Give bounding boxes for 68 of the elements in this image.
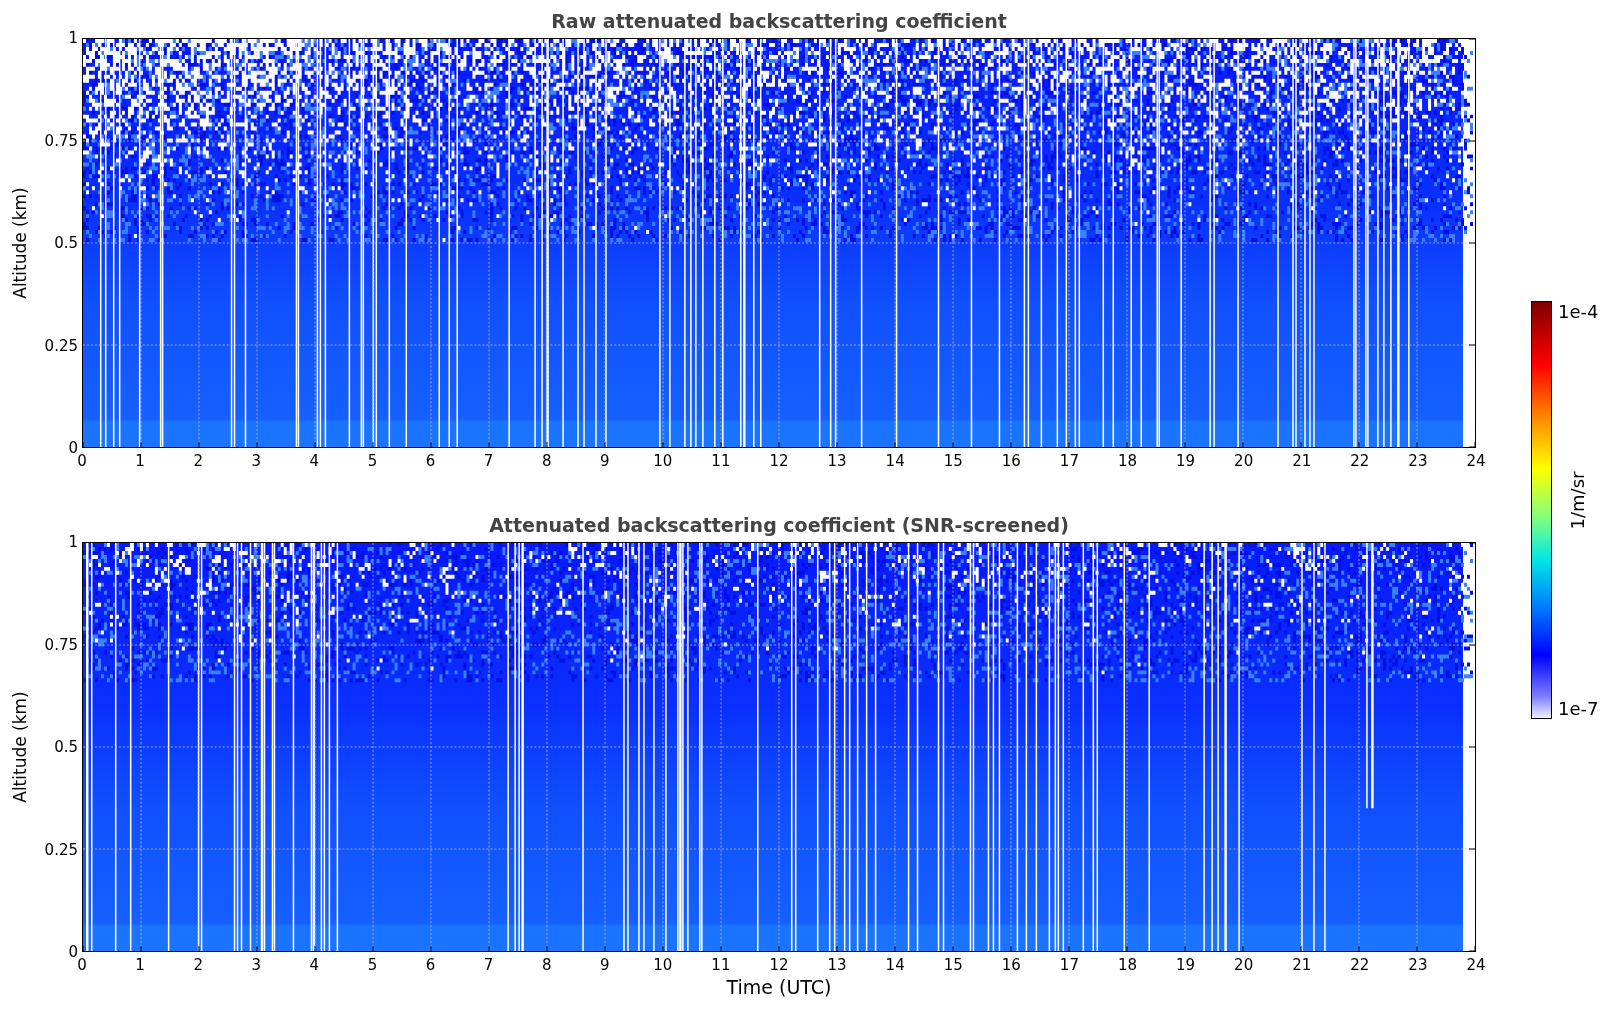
y-tick-label: 0 — [68, 439, 78, 457]
x-axis-label: Time (UTC) — [726, 976, 832, 998]
x-tick-label: 10 — [653, 956, 673, 974]
x-tick-label: 4 — [309, 956, 320, 974]
x-tick-label: 8 — [541, 956, 552, 974]
x-tick-label: 5 — [367, 956, 378, 974]
x-tick-label: 2 — [193, 452, 203, 470]
x-tick-label: 19 — [1176, 452, 1196, 470]
x-tick-label: 14 — [885, 956, 905, 974]
y-axis-label: Altitude (km) — [10, 691, 30, 803]
x-tick-label: 0 — [77, 956, 87, 974]
y-tick-label: 0.25 — [44, 840, 78, 859]
x-tick-label: 15 — [943, 452, 963, 470]
y-tick-label: 1 — [68, 533, 78, 551]
colorbar-tick-label: 1e-4 — [1558, 301, 1599, 322]
x-tick-label: 21 — [1292, 452, 1312, 470]
y-tick-label: 0.75 — [44, 131, 78, 150]
x-tick-label: 1 — [135, 956, 145, 974]
x-tick-label: 11 — [711, 956, 731, 974]
colorbar-label: 1/m/sr — [1567, 471, 1589, 530]
x-tick-label: 12 — [769, 956, 789, 974]
x-tick-label: 23 — [1408, 452, 1428, 470]
y-tick-label: 0.5 — [54, 234, 78, 252]
plot-title: Raw attenuated backscattering coefficient — [551, 10, 1007, 34]
x-tick-label: 20 — [1234, 452, 1254, 470]
x-tick-label: 9 — [600, 452, 610, 470]
x-tick-label: 1 — [135, 452, 145, 470]
y-tick-label: 0 — [68, 943, 78, 961]
x-tick-label: 23 — [1408, 956, 1428, 974]
y-tick-label: 0.75 — [44, 635, 78, 654]
x-tick-label: 2 — [193, 956, 203, 974]
y-axis-label: Altitude (km) — [10, 187, 30, 299]
y-tick-label: 0.5 — [54, 738, 78, 756]
x-tick-label: 24 — [1466, 452, 1486, 470]
x-tick-label: 6 — [425, 452, 436, 470]
colorbar-tick-label: 1e-7 — [1558, 698, 1599, 719]
x-tick-label: 19 — [1176, 956, 1196, 974]
x-tick-label: 5 — [367, 452, 378, 470]
x-tick-label: 16 — [1001, 452, 1021, 470]
x-tick-label: 22 — [1350, 956, 1370, 974]
x-tick-label: 22 — [1350, 452, 1370, 470]
x-tick-label: 8 — [541, 452, 552, 470]
x-tick-label: 10 — [653, 452, 673, 470]
x-tick-label: 4 — [309, 452, 320, 470]
x-tick-label: 14 — [885, 452, 905, 470]
x-tick-label: 12 — [769, 452, 789, 470]
x-tick-label: 16 — [1001, 956, 1021, 974]
x-tick-label: 18 — [1117, 956, 1138, 974]
x-tick-label: 13 — [827, 452, 847, 470]
x-tick-label: 3 — [251, 956, 261, 974]
x-tick-label: 9 — [600, 956, 610, 974]
x-tick-label: 21 — [1292, 956, 1312, 974]
y-tick-label: 1 — [68, 29, 78, 47]
x-tick-label: 24 — [1466, 956, 1486, 974]
x-tick-label: 17 — [1059, 956, 1079, 974]
x-tick-label: 20 — [1234, 956, 1254, 974]
x-tick-label: 0 — [77, 452, 87, 470]
x-tick-label: 11 — [711, 452, 731, 470]
x-tick-label: 18 — [1117, 452, 1138, 470]
x-tick-label: 6 — [425, 956, 436, 974]
plot-title: Attenuated backscattering coefficient (SNR-screened) — [489, 514, 1069, 538]
x-tick-label: 17 — [1059, 452, 1079, 470]
x-tick-label: 13 — [827, 956, 847, 974]
x-tick-label: 7 — [483, 956, 494, 974]
x-tick-label: 15 — [943, 956, 963, 974]
y-tick-label: 0.25 — [44, 336, 78, 355]
x-tick-label: 3 — [251, 452, 261, 470]
x-tick-label: 7 — [483, 452, 494, 470]
